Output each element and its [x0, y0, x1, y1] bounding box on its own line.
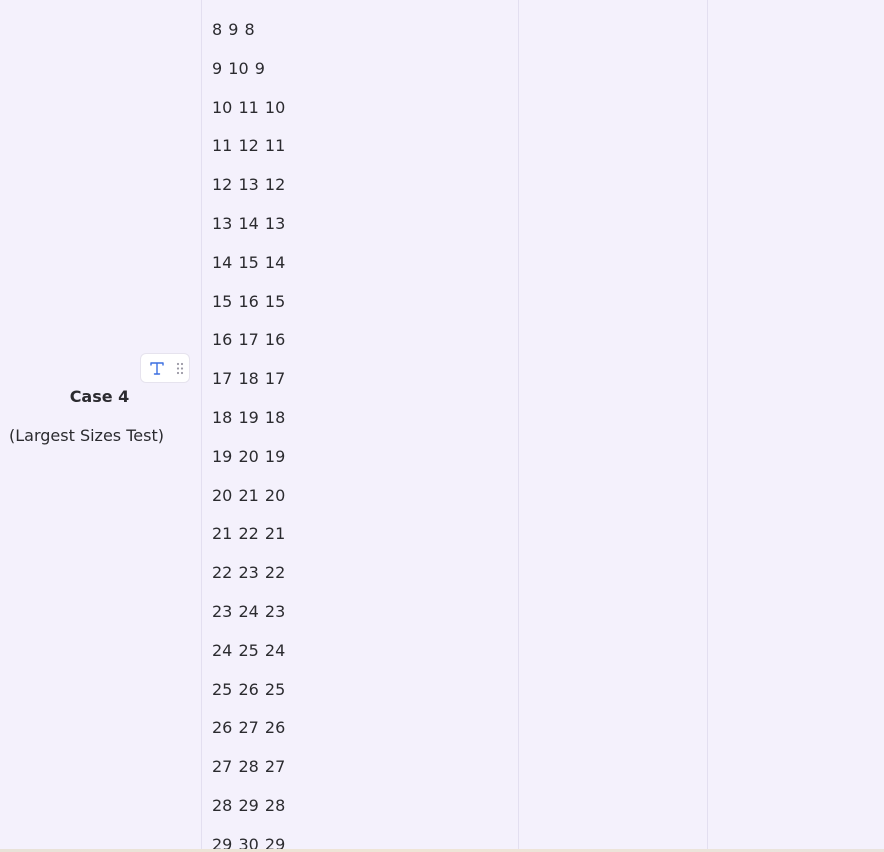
list-item: 15 16 15	[212, 291, 286, 311]
table-page: Case 4 (Largest Sizes Test) 8 9 8 9 10 9 1…	[0, 0, 884, 852]
list-item: 17 18 17	[212, 369, 286, 389]
block-toolbar[interactable]	[140, 353, 190, 383]
list-item: 28 29 28	[212, 796, 286, 815]
list-item: 11 12 11	[212, 136, 286, 156]
list-item: 21 22 21	[212, 524, 286, 544]
list-item: 16 17 16	[212, 330, 286, 350]
list-item: 26 27 26	[212, 718, 286, 738]
case-label-cell[interactable]: Case 4 (Largest Sizes Test)	[0, 0, 201, 849]
list-item: 13 14 13	[212, 214, 286, 233]
case-subtitle: (Largest Sizes Test)	[9, 426, 164, 445]
list-item: 19 20 19	[212, 446, 286, 466]
column-divider	[518, 0, 519, 849]
list-item: 10 11 10	[212, 97, 286, 117]
column-divider	[201, 0, 202, 849]
list-item: 22 23 22	[212, 563, 286, 583]
case-title: Case 4	[69, 387, 130, 406]
drag-handle-icon[interactable]	[176, 362, 184, 375]
column-divider	[707, 0, 708, 849]
list-item: 18 19 18	[212, 408, 286, 427]
list-item: 14 15 14	[212, 252, 286, 272]
text-type-icon[interactable]	[149, 360, 165, 376]
list-item: 25 26 25	[212, 679, 286, 699]
list-item: 20 21 20	[212, 485, 286, 505]
list-item: 9 10 9	[212, 58, 265, 78]
list-item: 27 28 27	[212, 757, 286, 777]
list-item: 23 24 23	[212, 602, 286, 621]
list-item: 8 9 8	[212, 20, 255, 39]
list-item: 12 13 12	[212, 175, 286, 195]
list-item: 24 25 24	[212, 640, 286, 660]
